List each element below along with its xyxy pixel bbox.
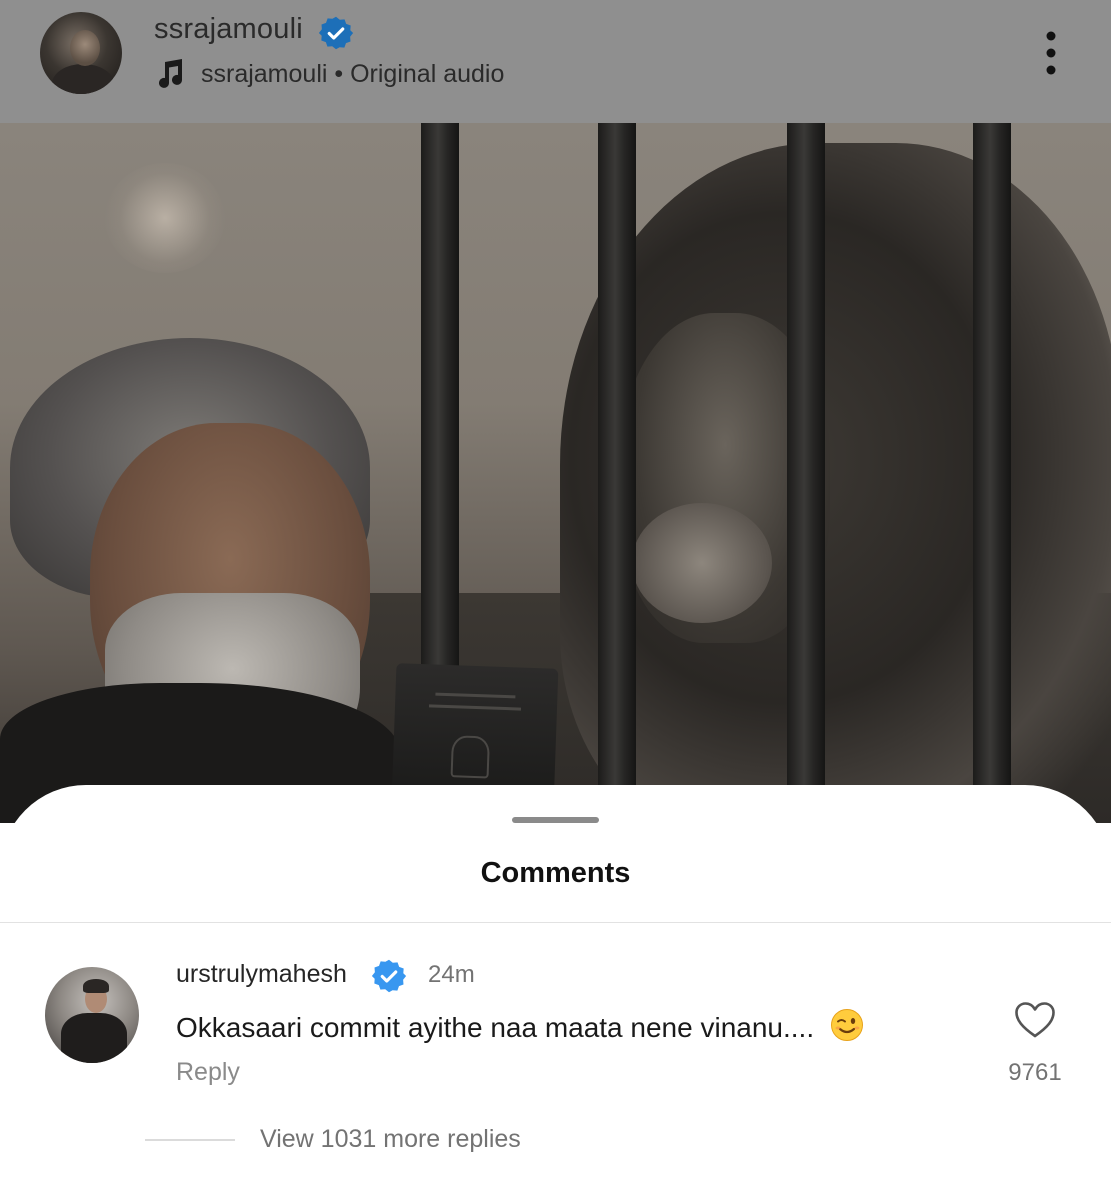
reply-button[interactable]: Reply [176,1058,240,1087]
divider [0,922,1111,923]
cage-bar [787,123,825,823]
avatar-face [70,30,100,66]
passport-title-line [435,692,516,699]
drag-handle[interactable] [512,817,599,823]
audio-info[interactable]: ssrajamouli • Original audio [201,60,504,89]
avatar-hair [83,979,109,993]
comment-text: Okkasaari commit ayithe naa maata nene v… [176,1012,815,1043]
audio-label: Original audio [350,60,505,88]
view-replies-button[interactable]: View 1031 more replies [260,1125,521,1154]
comment-body: Okkasaari commit ayithe naa maata nene v… [176,1008,864,1044]
music-note-icon [159,59,182,88]
reel-screen: ssrajamouli ssrajamouli • Original audio [0,0,1111,1200]
reel-image[interactable] [0,123,1111,823]
passport-subtitle-line [428,704,522,711]
author-username[interactable]: ssrajamouli [154,13,303,46]
commenter-avatar[interactable] [45,967,139,1063]
replies-divider [145,1139,235,1141]
more-options-icon[interactable] [1040,30,1062,76]
verified-badge-icon [318,16,354,50]
lion-muzzle [632,503,772,623]
author-avatar[interactable] [40,12,122,94]
emblem-icon [450,735,490,779]
commenter-username[interactable]: urstrulymahesh [176,960,347,989]
avatar-silhouette [52,64,114,94]
wink-emoji-icon [830,1009,863,1041]
verified-badge-icon [371,959,407,993]
like-count: 9761 [1008,1059,1062,1086]
comments-sheet: Comments urstrulymahesh 24m Okkasaari co… [0,785,1111,1200]
heart-icon[interactable] [1014,1001,1056,1039]
background-lamp [105,163,225,273]
comments-title: Comments [480,857,631,889]
audio-separator: • [334,60,344,88]
comment-timestamp: 24m [428,961,475,988]
post-header: ssrajamouli ssrajamouli • Original audio [0,0,1111,123]
cage-bar [598,123,636,823]
cage-bar [973,123,1011,823]
avatar-silhouette [61,1013,127,1063]
audio-username: ssrajamouli [201,60,328,88]
